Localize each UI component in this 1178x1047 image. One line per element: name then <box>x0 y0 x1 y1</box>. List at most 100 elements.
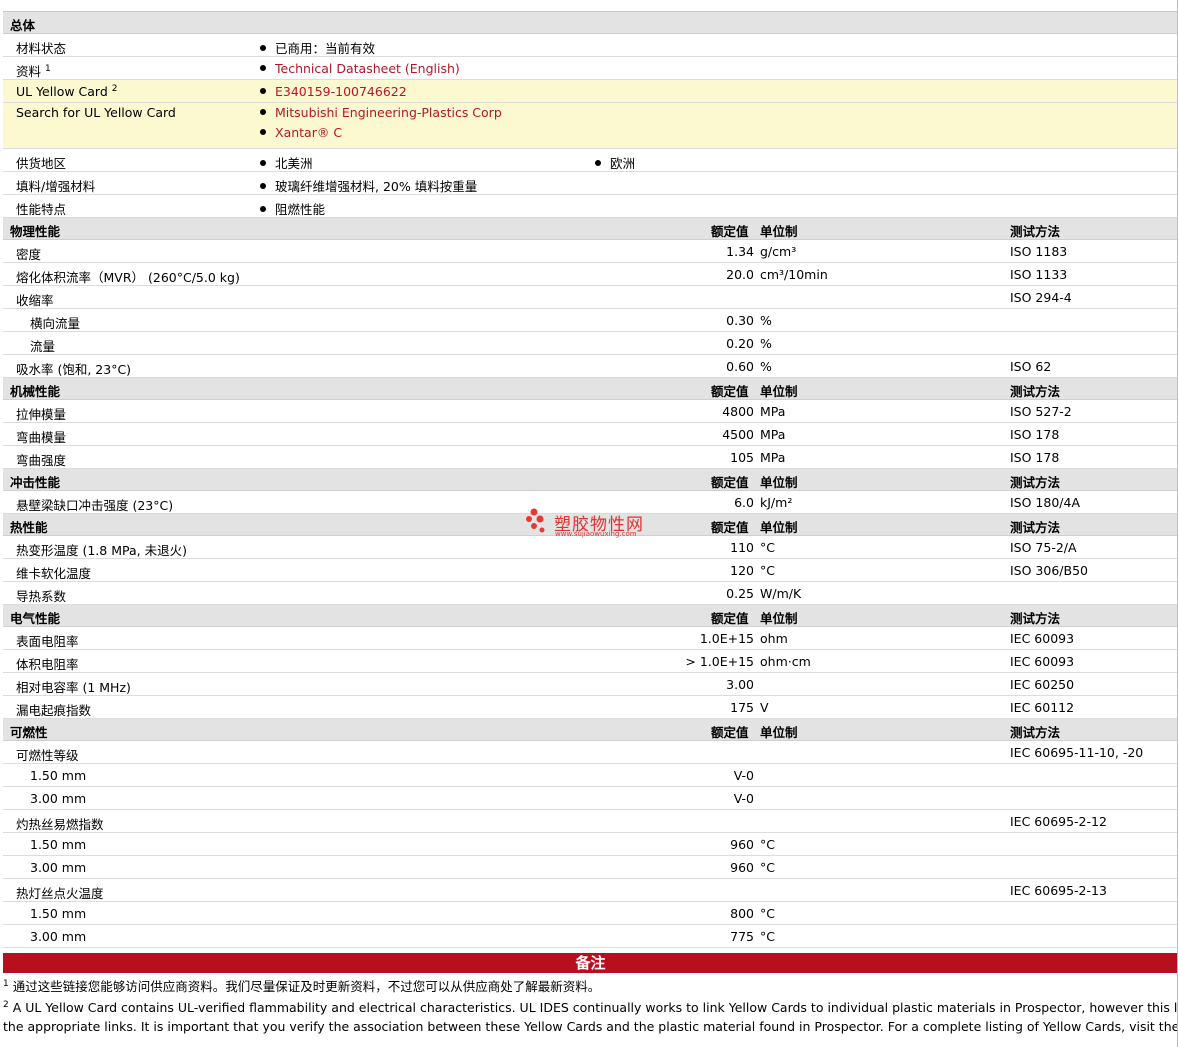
property-value: 0.60 <box>726 359 754 374</box>
row-label: 供货地区 <box>16 156 67 171</box>
property-label: 相对电容率 (1 MHz) <box>16 680 131 695</box>
section-title: 机械性能 <box>10 384 61 399</box>
property-row: 3.00 mm 775 °C <box>3 925 1178 948</box>
filler-value: 玻璃纤维增强材料, 20% 填料按重量 <box>260 176 477 195</box>
row-availability: 供货地区 北美洲 欧洲 <box>3 149 1178 172</box>
property-label: 收缩率 <box>16 293 54 308</box>
availability-value: 北美洲 <box>260 153 313 172</box>
property-unit: °C <box>760 540 775 555</box>
property-test-method: ISO 527-2 <box>1010 404 1072 419</box>
property-test-method: IEC 60112 <box>1010 700 1075 715</box>
property-row: 1.50 mm 960 °C <box>3 833 1178 856</box>
property-label: 1.50 mm <box>30 906 87 921</box>
row-features: 性能特点 阻燃性能 <box>3 195 1178 218</box>
property-unit: ohm <box>760 631 788 646</box>
document-link-item: Technical Datasheet (English) <box>260 61 460 76</box>
property-label: 可燃性等级 <box>16 748 79 763</box>
property-unit: MPa <box>760 450 786 465</box>
ul-yellow-card-link[interactable]: E340159-100746622 <box>275 84 407 99</box>
property-value: 3.00 <box>726 677 754 692</box>
property-test-method: IEC 60093 <box>1010 654 1075 669</box>
section-physical: 物理性能 额定值 单位制 测试方法 <box>3 218 1178 240</box>
row-label: 性能特点 <box>16 202 67 217</box>
unit-header: 单位制 <box>760 224 798 239</box>
property-row: 相对电容率 (1 MHz) 3.00 IEC 60250 <box>3 673 1178 696</box>
footnote-2: 2 A UL Yellow Card contains UL-verified … <box>3 1000 1178 1015</box>
property-label: 拉伸模量 <box>16 407 67 422</box>
property-row: 导热系数 0.25 W/m/K <box>3 582 1178 605</box>
unit-header: 单位制 <box>760 475 798 490</box>
property-row: 1.50 mm V-0 <box>3 764 1178 787</box>
property-row: 体积电阻率 > 1.0E+15 ohm·cm IEC 60093 <box>3 650 1178 673</box>
footnote-marker: 2 <box>111 84 118 94</box>
test-method-header: 测试方法 <box>1010 224 1061 239</box>
property-value: 0.25 <box>726 586 754 601</box>
property-label: 横向流量 <box>30 316 81 331</box>
property-test-method: ISO 178 <box>1010 427 1060 442</box>
property-row: 横向流量 0.30% <box>3 309 1178 332</box>
datasheet-table: 总体 材料状态 已商用：当前有效 资料 1 Technical Datashee… <box>3 11 1178 971</box>
property-row: 3.00 mm 960 °C <box>3 856 1178 879</box>
property-value: 110 <box>730 540 754 555</box>
row-material-status: 材料状态 已商用：当前有效 <box>3 34 1178 57</box>
section-title: 电气性能 <box>10 611 61 626</box>
property-label: 吸水率 (饱和, 23°C) <box>16 362 132 377</box>
property-label: 漏电起痕指数 <box>16 703 92 718</box>
unit-header: 单位制 <box>760 520 798 535</box>
property-unit: MPa <box>760 404 786 419</box>
row-label: Search for UL Yellow Card <box>16 105 176 120</box>
section-title: 可燃性 <box>10 725 48 740</box>
nominal-header: 额定值 <box>711 224 749 239</box>
nominal-header: 额定值 <box>711 520 749 535</box>
property-label: 维卡软化温度 <box>16 566 92 581</box>
row-ul-yellow-card: UL Yellow Card 2 E340159-100746622 <box>3 80 1178 103</box>
row-filler: 填料/增强材料 玻璃纤维增强材料, 20% 填料按重量 <box>3 172 1178 195</box>
property-label: 灼热丝易燃指数 <box>16 817 104 832</box>
property-test-method: IEC 60093 <box>1010 631 1075 646</box>
property-row: 熔化体积流率（MVR） (260°C/5.0 kg) 20.0 cm³/10min I… <box>3 263 1178 286</box>
property-unit: °C <box>760 906 775 921</box>
property-row: 灼热丝易燃指数 IEC 60695-2-12 <box>3 810 1178 833</box>
property-test-method: ISO 306/B50 <box>1010 563 1088 578</box>
property-row: 流量 0.20% <box>3 332 1178 355</box>
property-label: 1.50 mm <box>30 837 87 852</box>
property-value: 4800 <box>722 404 754 419</box>
property-value: V-0 <box>733 791 754 806</box>
property-row: 拉伸模量 4800 MPa ISO 527-2 <box>3 400 1178 423</box>
property-test-method: IEC 60695-11-10, -20 <box>1010 745 1144 760</box>
section-mechanical: 机械性能 额定值 单位制 测试方法 <box>3 378 1178 400</box>
property-label: 3.00 mm <box>30 860 87 875</box>
property-value: 1.34 <box>726 244 754 259</box>
section-title: 冲击性能 <box>10 475 61 490</box>
property-unit: % <box>760 336 772 351</box>
property-label: 3.00 mm <box>30 791 87 806</box>
property-label: 1.50 mm <box>30 768 87 783</box>
property-unit: cm³/10min <box>760 267 828 282</box>
section-title: 热性能 <box>10 520 48 535</box>
technical-datasheet-link[interactable]: Technical Datasheet (English) <box>275 61 460 76</box>
property-value: 20.0 <box>726 267 754 282</box>
product-search-link[interactable]: Xantar® C <box>275 125 342 140</box>
property-unit: V <box>760 700 769 715</box>
property-unit: kJ/m² <box>760 495 793 510</box>
property-test-method: IEC 60695-2-12 <box>1010 814 1107 829</box>
property-row: 维卡软化温度 120 °C ISO 306/B50 <box>3 559 1178 582</box>
watermark-dots-icon <box>526 508 545 533</box>
property-unit: °C <box>760 929 775 944</box>
property-test-method: ISO 1183 <box>1010 244 1068 259</box>
property-value: 120 <box>730 563 754 578</box>
supplier-search-link[interactable]: Mitsubishi Engineering-Plastics Corp <box>275 105 502 120</box>
property-value: 1.0E+15 <box>699 631 754 646</box>
property-sections: 物理性能 额定值 单位制 测试方法 密度 1.34 g/cm³ ISO 1183 熔化体积流率（… <box>3 218 1178 971</box>
property-label: 密度 <box>16 247 42 262</box>
property-unit: % <box>760 313 772 328</box>
property-unit: W/m/K <box>760 586 802 601</box>
row-label: 材料状态 <box>16 41 67 56</box>
section-impact: 冲击性能 额定值 单位制 测试方法 <box>3 469 1178 491</box>
property-test-method: ISO 180/4A <box>1010 495 1081 510</box>
property-row: 1.50 mm 800 °C <box>3 902 1178 925</box>
test-method-header: 测试方法 <box>1010 520 1061 535</box>
property-value: 775 <box>730 929 754 944</box>
property-label: 流量 <box>30 339 56 354</box>
section-title: 物理性能 <box>10 224 61 239</box>
